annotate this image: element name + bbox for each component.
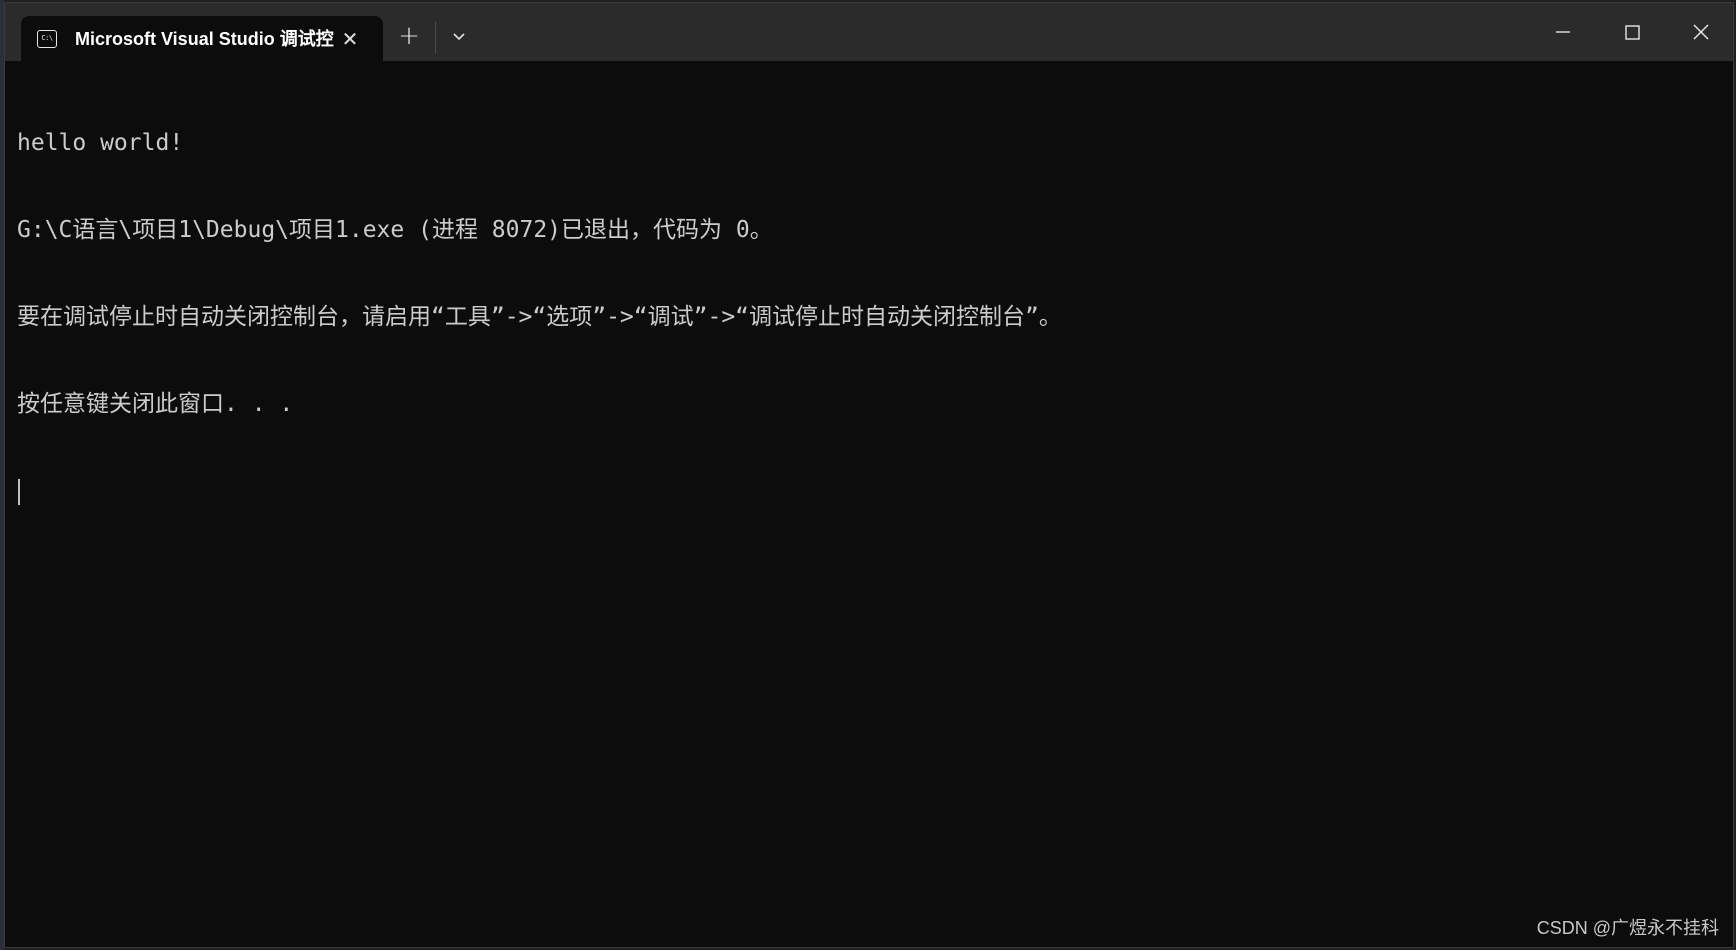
watermark: CSDN @广煜永不挂科 <box>1536 918 1719 938</box>
tab-title: Microsoft Visual Studio 调试控 <box>75 29 334 49</box>
title-bar[interactable]: C:\ Microsoft Visual Studio 调试控 ✕ + <box>5 3 1733 62</box>
console-app-icon: C:\ <box>37 30 57 48</box>
terminal-window: C:\ Microsoft Visual Studio 调试控 ✕ + hell… <box>4 2 1734 948</box>
tab-debug-console[interactable]: C:\ Microsoft Visual Studio 调试控 ✕ <box>21 16 383 62</box>
console-output[interactable]: hello world! G:\C语言\项目1\Debug\项目1.exe (进… <box>17 71 1717 563</box>
console-line: G:\C语言\项目1\Debug\项目1.exe (进程 8072)已退出，代码… <box>17 217 773 243</box>
chevron-down-icon[interactable] <box>445 23 473 51</box>
maximize-icon[interactable] <box>1612 17 1652 49</box>
tab-separator <box>435 21 436 53</box>
console-line: hello world! <box>17 130 184 156</box>
console-line: 按任意键关闭此窗口. . . <box>17 391 294 417</box>
new-tab-button[interactable]: + <box>395 23 423 51</box>
minimize-icon[interactable] <box>1543 17 1583 49</box>
close-icon[interactable] <box>1681 17 1721 49</box>
console-line: 要在调试停止时自动关闭控制台，请启用“工具”->“选项”->“调试”->“调试停… <box>17 304 1062 330</box>
text-cursor <box>18 479 20 505</box>
close-tab-icon[interactable]: ✕ <box>339 28 361 50</box>
